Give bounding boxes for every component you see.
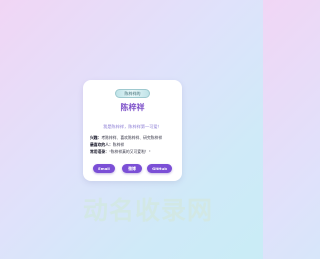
info-label: 最喜欢的人： [90,142,113,147]
logo-text: 陈梓祥的 [124,90,141,96]
info-label: 常用语录： [90,149,109,154]
contact-buttons: Email 微博 GitHub [83,164,182,173]
profile-card: 陈梓祥的 陈梓祥 我是陈梓祥，陈梓祥第一可爱！ 兴趣：考陈梓祥、喜欢陈梓祥、研究… [83,80,182,181]
github-button[interactable]: GitHub [147,164,172,173]
profile-name: 陈梓祥 [120,103,145,112]
info-value: 考陈梓祥、喜欢陈梓祥、研究陈梓祥 [101,135,163,140]
site-watermark: 动名收录网 [83,196,214,225]
info-row-favorite: 最喜欢的人：陈梓祥 [90,143,124,147]
email-button[interactable]: Email [93,164,115,173]
weibo-button[interactable]: 微博 [122,164,142,173]
info-row-interests: 兴趣：考陈梓祥、喜欢陈梓祥、研究陈梓祥 [90,136,162,140]
info-value: 陈梓祥 [112,142,125,147]
profile-tagline: 我是陈梓祥，陈梓祥第一可爱！ [103,124,162,129]
info-label: 兴趣： [90,135,102,140]
info-value: "陈梓祥真的又可爱啦！" [108,149,151,154]
info-row-quote: 常用语录："陈梓祥真的又可爱啦！" [90,150,150,154]
logo-banner: 陈梓祥的 [115,89,150,98]
